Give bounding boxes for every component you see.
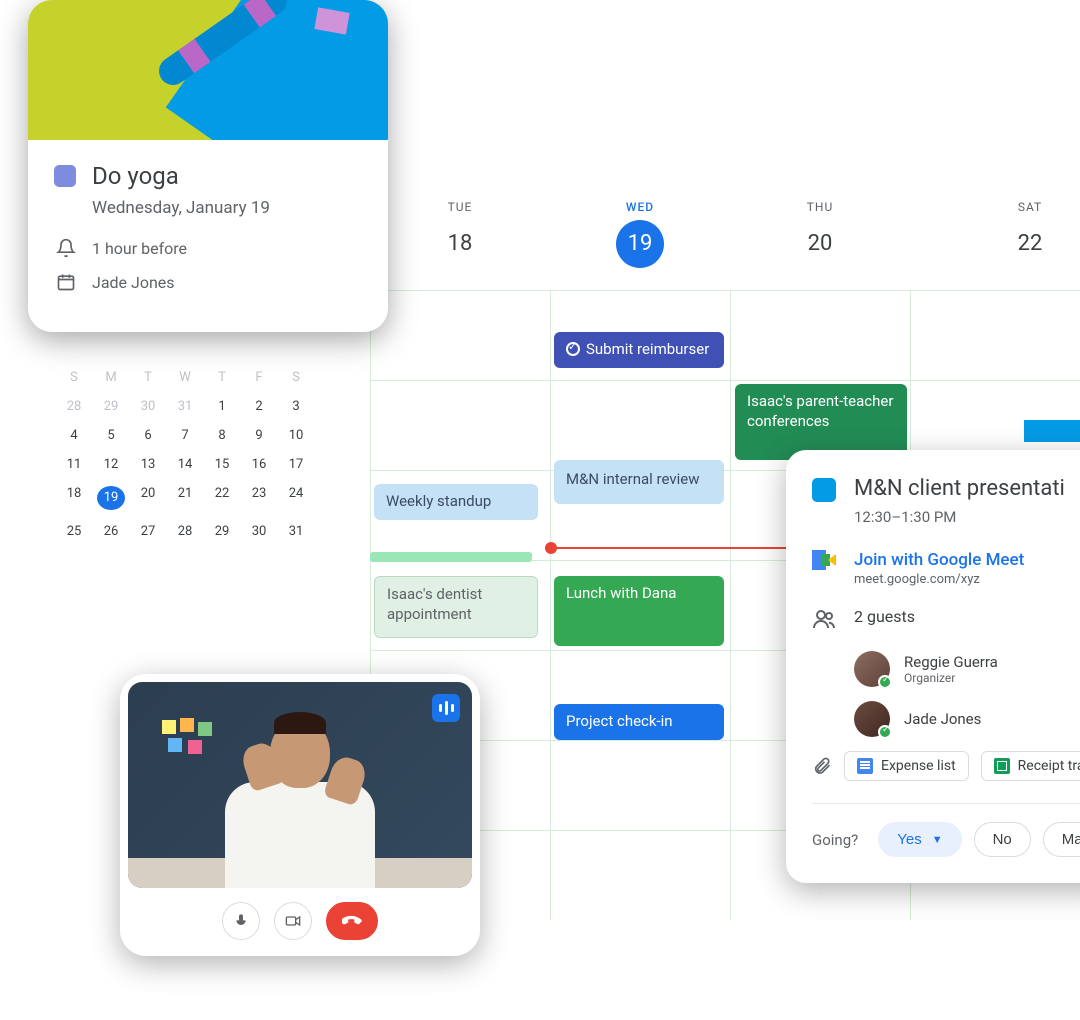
event-ghost-strip: [370, 552, 532, 562]
mini-weekday-row: S M T W T F S: [60, 370, 310, 385]
rsvp-no-button[interactable]: No: [974, 822, 1031, 857]
current-time-dot: [545, 542, 557, 554]
event-color-chip: [54, 165, 76, 187]
event-project-checkin[interactable]: Project check-in: [554, 704, 724, 740]
guests-count: 2 guests: [854, 607, 915, 626]
task-check-icon: [566, 342, 580, 356]
sheet-icon: [994, 758, 1010, 774]
day-col-wed[interactable]: WED 19: [550, 200, 730, 268]
event-lunch[interactable]: Lunch with Dana: [554, 576, 724, 646]
day-col-thu[interactable]: THU 20: [730, 200, 910, 268]
event-mn-review[interactable]: M&N internal review: [554, 460, 724, 504]
week-day-header: TUE 18 WED 19 THU 20 SAT 22: [370, 200, 1080, 268]
mic-button[interactable]: [222, 902, 260, 940]
reminder-text: 1 hour before: [92, 239, 187, 258]
speaking-indicator-icon: [432, 694, 460, 722]
google-meet-icon: [812, 550, 836, 570]
yoga-banner: [28, 0, 388, 140]
doc-icon: [857, 758, 873, 774]
guests-icon: [812, 607, 836, 631]
attachment-chip[interactable]: Expense list: [844, 751, 969, 781]
mini-month-calendar[interactable]: S M T W T F S 28 29 30 31 1 2 3 4 5 6 7 …: [60, 370, 310, 553]
attachment-chip[interactable]: Receipt tra: [981, 751, 1080, 781]
divider: [812, 803, 1080, 804]
day-col-sat[interactable]: SAT 22: [940, 200, 1080, 268]
attachment-icon: [812, 756, 832, 776]
rsvp-yes-button[interactable]: Yes ▼: [878, 822, 961, 857]
join-meet-link[interactable]: Join with Google Meet: [854, 550, 1024, 570]
detail-time: 12:30–1:30 PM: [854, 508, 1080, 526]
guest-item[interactable]: Jade Jones: [854, 701, 1080, 737]
event-submit-reimbursement[interactable]: Submit reimburser: [554, 332, 724, 368]
chevron-down-icon: ▼: [932, 834, 943, 846]
guest-item[interactable]: Reggie Guerra Organizer: [854, 651, 1080, 687]
event-weekly-standup[interactable]: Weekly standup: [374, 484, 538, 520]
event-detail-card[interactable]: M&N client presentati 12:30–1:30 PM Join…: [786, 450, 1080, 883]
avatar: [854, 701, 890, 737]
calendar-icon: [56, 272, 76, 292]
meet-url: meet.google.com/xyz: [854, 572, 1024, 587]
rsvp-maybe-button[interactable]: Ma: [1043, 822, 1080, 857]
event-card-yoga[interactable]: Do yoga Wednesday, January 19 1 hour bef…: [28, 0, 388, 332]
event-dentist[interactable]: Isaac's dentist appointment: [374, 576, 538, 638]
event-parent-teacher[interactable]: Isaac's parent-teacher conferences: [735, 384, 907, 460]
detail-title: M&N client presentati: [854, 476, 1065, 501]
mini-today[interactable]: 19: [97, 486, 125, 510]
camera-button[interactable]: [274, 902, 312, 940]
owner-name: Jade Jones: [92, 273, 175, 292]
event-title: Do yoga: [92, 162, 179, 190]
avatar: [854, 651, 890, 687]
video-call-card[interactable]: [120, 674, 480, 956]
video-feed: [128, 682, 472, 888]
event-date: Wednesday, January 19: [92, 198, 362, 218]
going-label: Going?: [812, 831, 858, 849]
hangup-button[interactable]: [326, 902, 378, 940]
event-color-chip: [812, 478, 836, 502]
day-col-tue[interactable]: TUE 18: [370, 200, 550, 268]
partial-event-stripe[interactable]: [1024, 420, 1080, 442]
bell-icon: [56, 238, 76, 258]
